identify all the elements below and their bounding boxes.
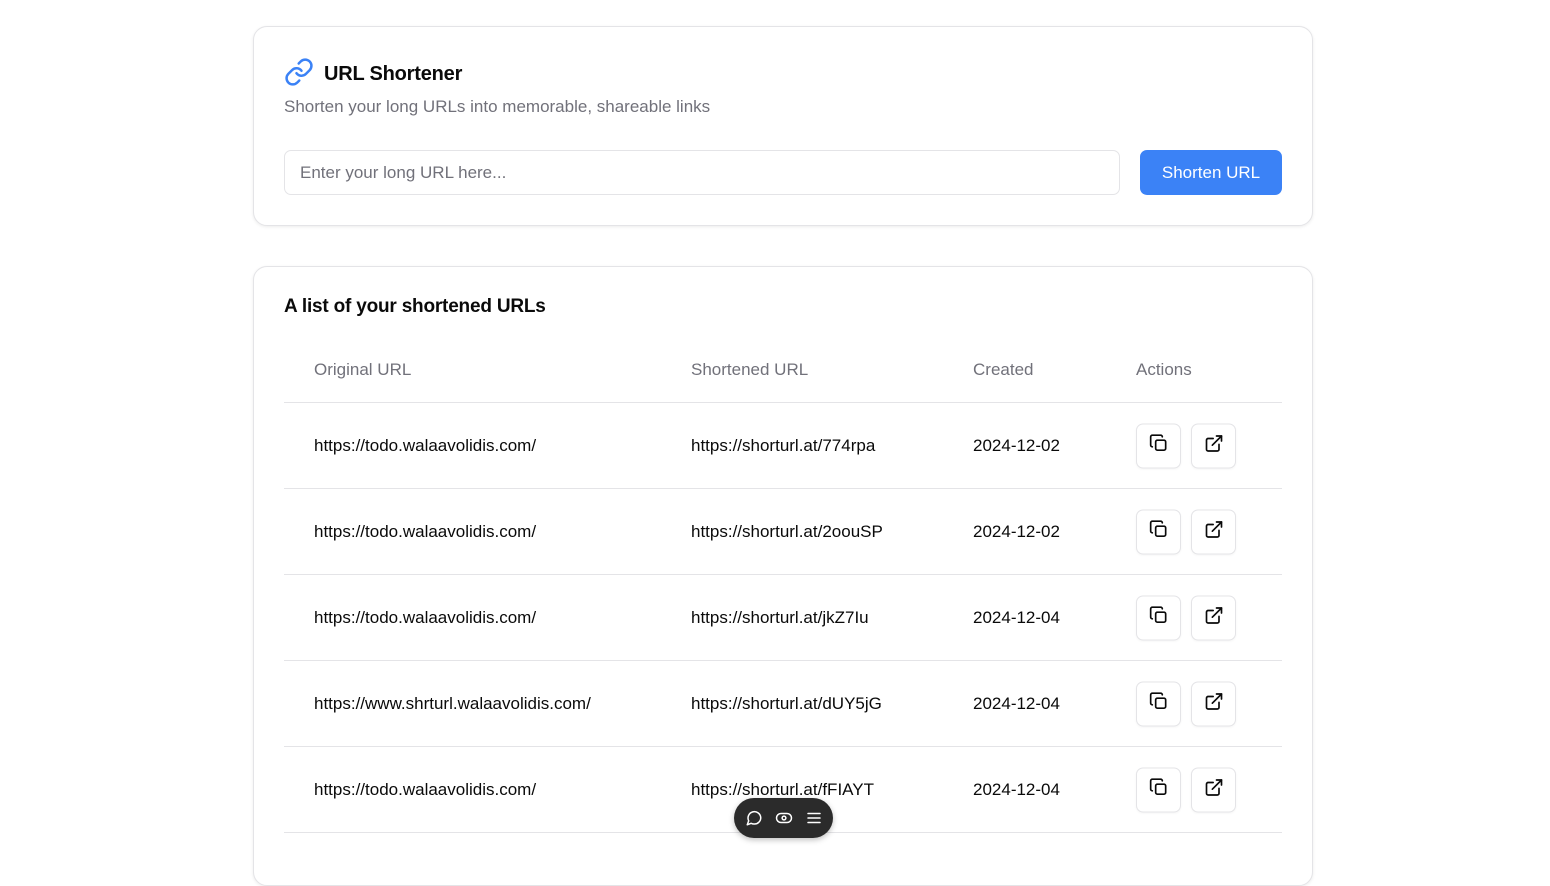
- shortener-card: URL Shortener Shorten your long URLs int…: [253, 26, 1313, 226]
- copy-button[interactable]: [1136, 509, 1181, 554]
- copy-icon: [1149, 605, 1169, 630]
- original-url-cell: https://todo.walaavolidis.com/: [314, 521, 537, 541]
- copy-icon: [1149, 777, 1169, 802]
- external-link-icon: [1204, 691, 1224, 716]
- original-url-cell: https://todo.walaavolidis.com/: [314, 779, 537, 799]
- column-actions: Actions: [1136, 359, 1192, 379]
- comment-icon[interactable]: [745, 809, 763, 827]
- table-row: https://www.shrturl.walaavolidis.com/htt…: [284, 661, 1282, 747]
- copy-button[interactable]: [1136, 595, 1181, 640]
- original-url-cell: https://todo.walaavolidis.com/: [314, 435, 537, 455]
- created-date-cell: 2024-12-02: [973, 521, 1060, 541]
- row-actions: [1136, 595, 1236, 640]
- shortened-url-cell: https://shorturl.at/dUY5jG: [691, 693, 882, 713]
- list-title: A list of your shortened URLs: [284, 296, 546, 317]
- table-row: https://todo.walaavolidis.com/https://sh…: [284, 489, 1282, 575]
- created-date-cell: 2024-12-04: [973, 693, 1060, 713]
- row-actions: [1136, 509, 1236, 554]
- open-link-button[interactable]: [1191, 767, 1236, 812]
- menu-icon[interactable]: [805, 809, 823, 827]
- column-shortened-url: Shortened URL: [691, 359, 809, 379]
- open-link-button[interactable]: [1191, 681, 1236, 726]
- long-url-input[interactable]: [284, 150, 1120, 195]
- row-actions: [1136, 423, 1236, 468]
- original-url-cell: https://todo.walaavolidis.com/: [314, 607, 537, 627]
- eye-icon[interactable]: [775, 809, 793, 827]
- created-date-cell: 2024-12-04: [973, 779, 1060, 799]
- page-subtitle: Shorten your long URLs into memorable, s…: [284, 97, 711, 116]
- created-date-cell: 2024-12-02: [973, 435, 1060, 455]
- table-row: https://todo.walaavolidis.com/https://sh…: [284, 575, 1282, 661]
- shortened-url-cell: https://shorturl.at/fFIAYT: [691, 779, 874, 799]
- page-title: URL Shortener: [324, 63, 463, 85]
- copy-icon: [1149, 519, 1169, 544]
- copy-icon: [1149, 433, 1169, 458]
- copy-button[interactable]: [1136, 423, 1181, 468]
- row-actions: [1136, 681, 1236, 726]
- title-row: URL Shortener: [284, 57, 462, 92]
- copy-button[interactable]: [1136, 767, 1181, 812]
- shortened-url-cell: https://shorturl.at/774rpa: [691, 435, 876, 455]
- floating-toolbar: [734, 798, 833, 838]
- row-actions: [1136, 767, 1236, 812]
- open-link-button[interactable]: [1191, 509, 1236, 554]
- created-date-cell: 2024-12-04: [973, 607, 1060, 627]
- open-link-button[interactable]: [1191, 595, 1236, 640]
- copy-icon: [1149, 691, 1169, 716]
- link-icon: [284, 57, 314, 92]
- original-url-cell: https://www.shrturl.walaavolidis.com/: [314, 693, 591, 713]
- shortened-urls-card: A list of your shortened URLs Original U…: [253, 266, 1313, 886]
- table-header: Original URL Shortened URL Created Actio…: [284, 337, 1282, 403]
- table-row: https://todo.walaavolidis.com/https://sh…: [284, 403, 1282, 489]
- shortened-url-cell: https://shorturl.at/jkZ7Iu: [691, 607, 869, 627]
- column-original-url: Original URL: [314, 359, 412, 379]
- external-link-icon: [1204, 777, 1224, 802]
- external-link-icon: [1204, 433, 1224, 458]
- copy-button[interactable]: [1136, 681, 1181, 726]
- column-created: Created: [973, 359, 1034, 379]
- urls-table: Original URL Shortened URL Created Actio…: [284, 337, 1282, 833]
- open-link-button[interactable]: [1191, 423, 1236, 468]
- external-link-icon: [1204, 605, 1224, 630]
- shortened-url-cell: https://shorturl.at/2oouSP: [691, 521, 883, 541]
- external-link-icon: [1204, 519, 1224, 544]
- shorten-url-button[interactable]: Shorten URL: [1140, 150, 1282, 195]
